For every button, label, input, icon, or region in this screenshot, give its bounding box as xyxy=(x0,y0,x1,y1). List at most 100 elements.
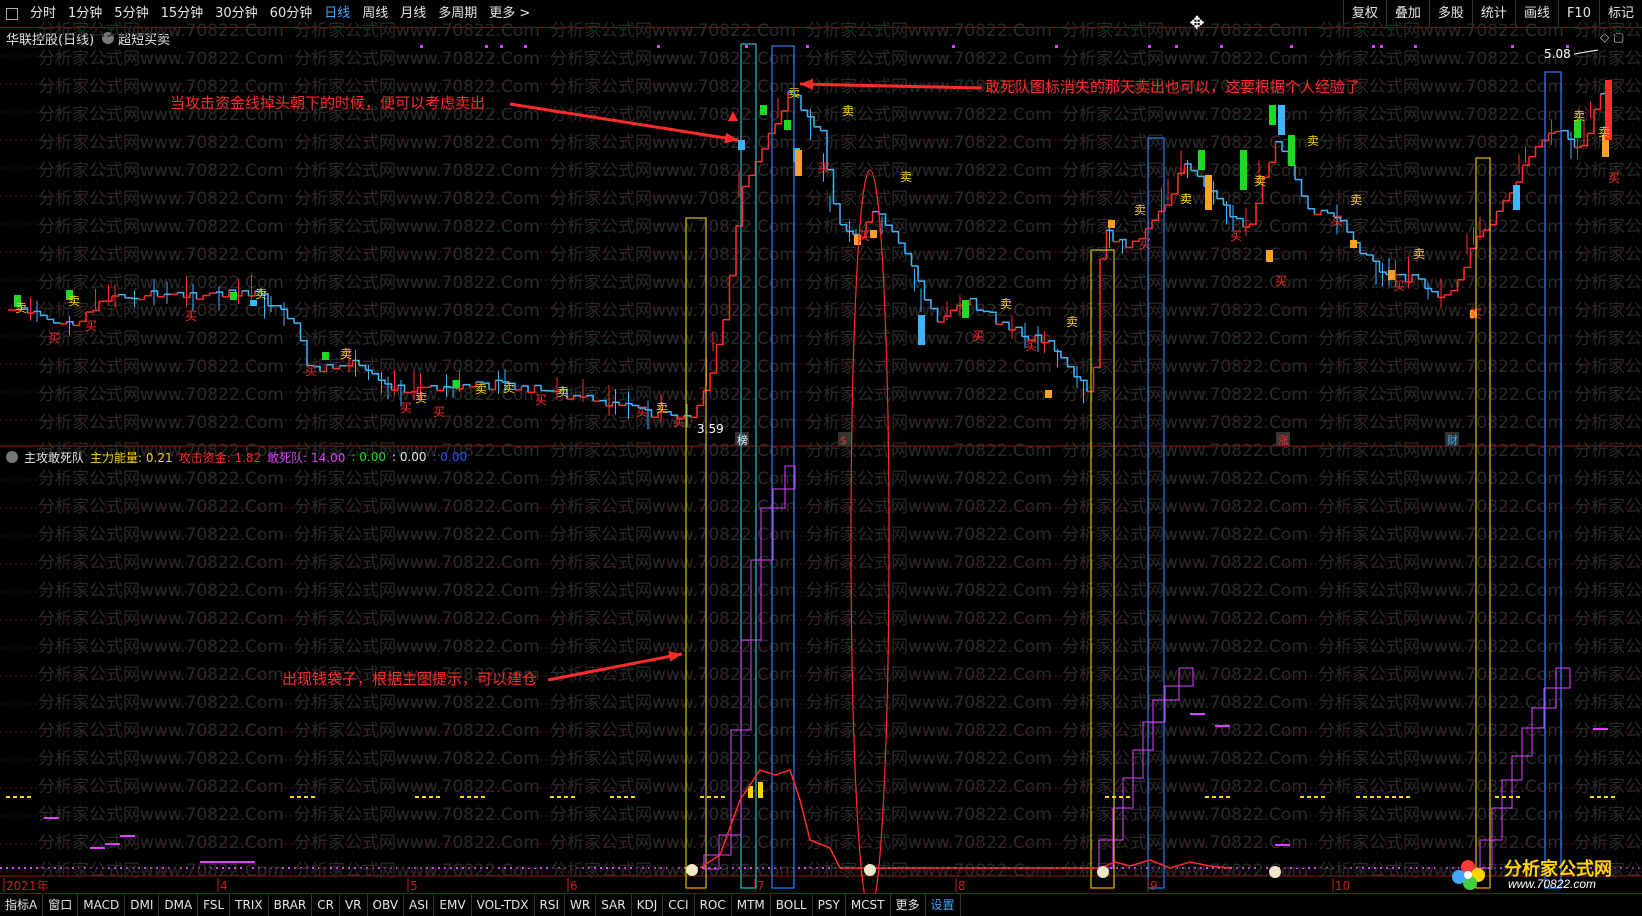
date-axis-label: 10 xyxy=(1335,879,1350,893)
signal-dot xyxy=(485,45,488,48)
signal-dot xyxy=(420,45,423,48)
annotation-exit-hint: 敢死队图标消失的那天卖出也可以，这要根据个人经验了 xyxy=(985,78,1361,96)
buy-marker: 买 xyxy=(1331,214,1343,228)
indicator-tab[interactable]: CCI xyxy=(663,894,695,916)
date-axis-label: 4 xyxy=(220,879,228,893)
watermark-text: 分析家公式网www.70822.Com xyxy=(294,161,540,181)
watermark-text: 分析家公式网www.70822.Com xyxy=(806,273,1052,293)
watermark-text: 分析家公式网www.70822.Com xyxy=(1062,637,1308,657)
indicator-tab[interactable]: MCST xyxy=(846,894,891,916)
indicator-tab[interactable]: ROC xyxy=(695,894,732,916)
watermark-text: 分析家公式网www.70822.Com xyxy=(1062,217,1308,237)
watermark-text: 分析家公式网www.70822.Com xyxy=(1318,637,1564,657)
signal-dot xyxy=(1175,45,1178,48)
watermark-text: 分析家公式网www.70822.Com xyxy=(550,329,796,349)
indicator-tab[interactable]: 更多 xyxy=(891,894,926,916)
indicator-tab[interactable]: EMV xyxy=(434,894,472,916)
candle-body xyxy=(1045,390,1052,398)
watermark-text: 分析家公式网www.70822.Com xyxy=(294,525,540,545)
buy-marker: 买 xyxy=(433,405,445,419)
watermark-text: 分析家公式网www.70822.Com xyxy=(1574,357,1642,377)
energy-bar xyxy=(758,782,763,798)
watermark-text: 分析家公式网www.70822.Com xyxy=(1062,525,1308,545)
indicator-tab[interactable]: VR xyxy=(340,894,368,916)
indicator-tab[interactable]: FSL xyxy=(198,894,231,916)
flower-logo-icon xyxy=(1452,860,1485,890)
watermark-text: 分析家公式网www.70822.Com xyxy=(294,189,540,209)
watermark-text: 分析家公式网www.70822.Com xyxy=(294,469,540,489)
indicator-tab[interactable]: CR xyxy=(312,894,340,916)
watermark-text: 分析家公式网www.70822.Com xyxy=(550,441,796,461)
indicator-tab[interactable]: 设置 xyxy=(926,894,961,916)
indicator-tab[interactable]: TRIX xyxy=(230,894,269,916)
sub-indicator-name[interactable]: 主攻敢死队 xyxy=(24,449,84,466)
price-step-line xyxy=(1314,210,1322,216)
watermark-text: 分析家公式网www.70822.Com xyxy=(806,497,1052,517)
indicator-tab[interactable]: PSY xyxy=(813,894,846,916)
annotation-buy-hint: 出现钱袋子，根据主图提示，可以建仓 xyxy=(282,670,538,688)
watermark-text: 分析家公式网www.70822.Com xyxy=(550,665,796,685)
watermark-text: 分析家公式网www.70822.Com xyxy=(806,357,1052,377)
indicator-tab[interactable]: BRAR xyxy=(269,894,313,916)
buy-marker: 买 xyxy=(636,405,648,419)
watermark-text: 分析家公式网www.70822.Com xyxy=(1574,777,1642,797)
watermark-text: 分析家公式网www.70822.Com xyxy=(806,189,1052,209)
watermark-text: 分析家公式网www.70822.Com xyxy=(1574,469,1642,489)
sell-marker: 卖 xyxy=(1000,297,1012,311)
indicator-tab[interactable]: DMI xyxy=(125,894,160,916)
watermark-text: 分析家公式网www.70822.Com xyxy=(1318,21,1564,41)
indicator-tab[interactable]: MTM xyxy=(732,894,771,916)
watermark-text: 分析家公式网www.70822.Com xyxy=(1574,805,1642,825)
watermark-text: 分析家公式网www.70822.Com xyxy=(1062,497,1308,517)
watermark-text: 分析家公式网www.70822.Com xyxy=(38,693,284,713)
watermark-text: 分析家公式网www.70822.Com xyxy=(1318,441,1564,461)
watermark-text: 分析家公式网www.70822.Com xyxy=(806,553,1052,573)
watermark-text: 分析家公式网www.70822.Com xyxy=(1318,329,1564,349)
sell-marker: 卖 xyxy=(842,104,854,118)
price-step-line xyxy=(138,295,146,301)
indicator-tab[interactable]: RSI xyxy=(535,894,566,916)
buy-marker: 买 xyxy=(673,415,685,429)
watermark-text: 分析家公式网www.70822.Com xyxy=(38,665,284,685)
indicator-tab[interactable]: SAR xyxy=(596,894,632,916)
event-tag: 榜 xyxy=(737,433,748,447)
indicator-tab[interactable]: 窗口 xyxy=(43,894,79,916)
indicator-tab[interactable]: DMA xyxy=(159,894,199,916)
watermark-text: 分析家公式网www.70822.Com xyxy=(294,329,540,349)
date-axis-label: 5 xyxy=(410,879,418,893)
indicator-tab[interactable]: WR xyxy=(565,894,597,916)
money-bag-icon xyxy=(864,864,876,876)
watermark-text: 分析家公式网www.70822.Com xyxy=(1574,553,1642,573)
watermark-text: 分析家公式网www.70822.Com xyxy=(806,385,1052,405)
watermark-text: 分析家公式网www.70822.Com xyxy=(38,217,284,237)
money-bag-icon xyxy=(1269,866,1281,878)
watermark-text: 分析家公式网www.70822.Com xyxy=(38,833,284,853)
candle-body xyxy=(760,105,767,115)
watermark-text: 分析家公式网www.70822.Com xyxy=(1574,637,1642,657)
watermark-text: 分析家公式网www.70822.Com xyxy=(38,553,284,573)
watermark-text: 分析家公式网www.70822.Com xyxy=(1318,413,1564,433)
indicator-tab[interactable]: VOL-TDX xyxy=(472,894,535,916)
indicator-tab[interactable]: ASI xyxy=(404,894,435,916)
indicator-tab[interactable]: 指标A xyxy=(0,894,44,916)
candle-body xyxy=(1266,250,1273,262)
indicator-tab[interactable]: OBV xyxy=(368,894,405,916)
sub-indicator-value: : 0.00 xyxy=(432,450,468,464)
indicator-tab[interactable]: BOLL xyxy=(771,894,813,916)
watermark-text: 分析家公式网www.70822.Com xyxy=(550,693,796,713)
watermark-text: 分析家公式网www.70822.Com xyxy=(38,189,284,209)
watermark-text: 分析家公式网www.70822.Com xyxy=(1574,385,1642,405)
sell-marker: 卖 xyxy=(255,287,267,301)
indicator-tab[interactable]: KDJ xyxy=(632,894,664,916)
money-bag-icon xyxy=(686,864,698,876)
price-step-line xyxy=(1321,209,1329,213)
price-step-line xyxy=(177,291,185,298)
watermark-text: 分析家公式网www.70822.Com xyxy=(806,525,1052,545)
sub-indicator-toggle-icon[interactable] xyxy=(6,451,18,463)
watermark-text: 分析家公式网www.70822.Com xyxy=(38,469,284,489)
sell-marker: 卖 xyxy=(557,385,569,399)
price-step-line xyxy=(60,321,68,325)
date-axis-label: 8 xyxy=(958,879,966,893)
indicator-tab[interactable]: MACD xyxy=(78,894,126,916)
price-step-line xyxy=(125,297,133,299)
